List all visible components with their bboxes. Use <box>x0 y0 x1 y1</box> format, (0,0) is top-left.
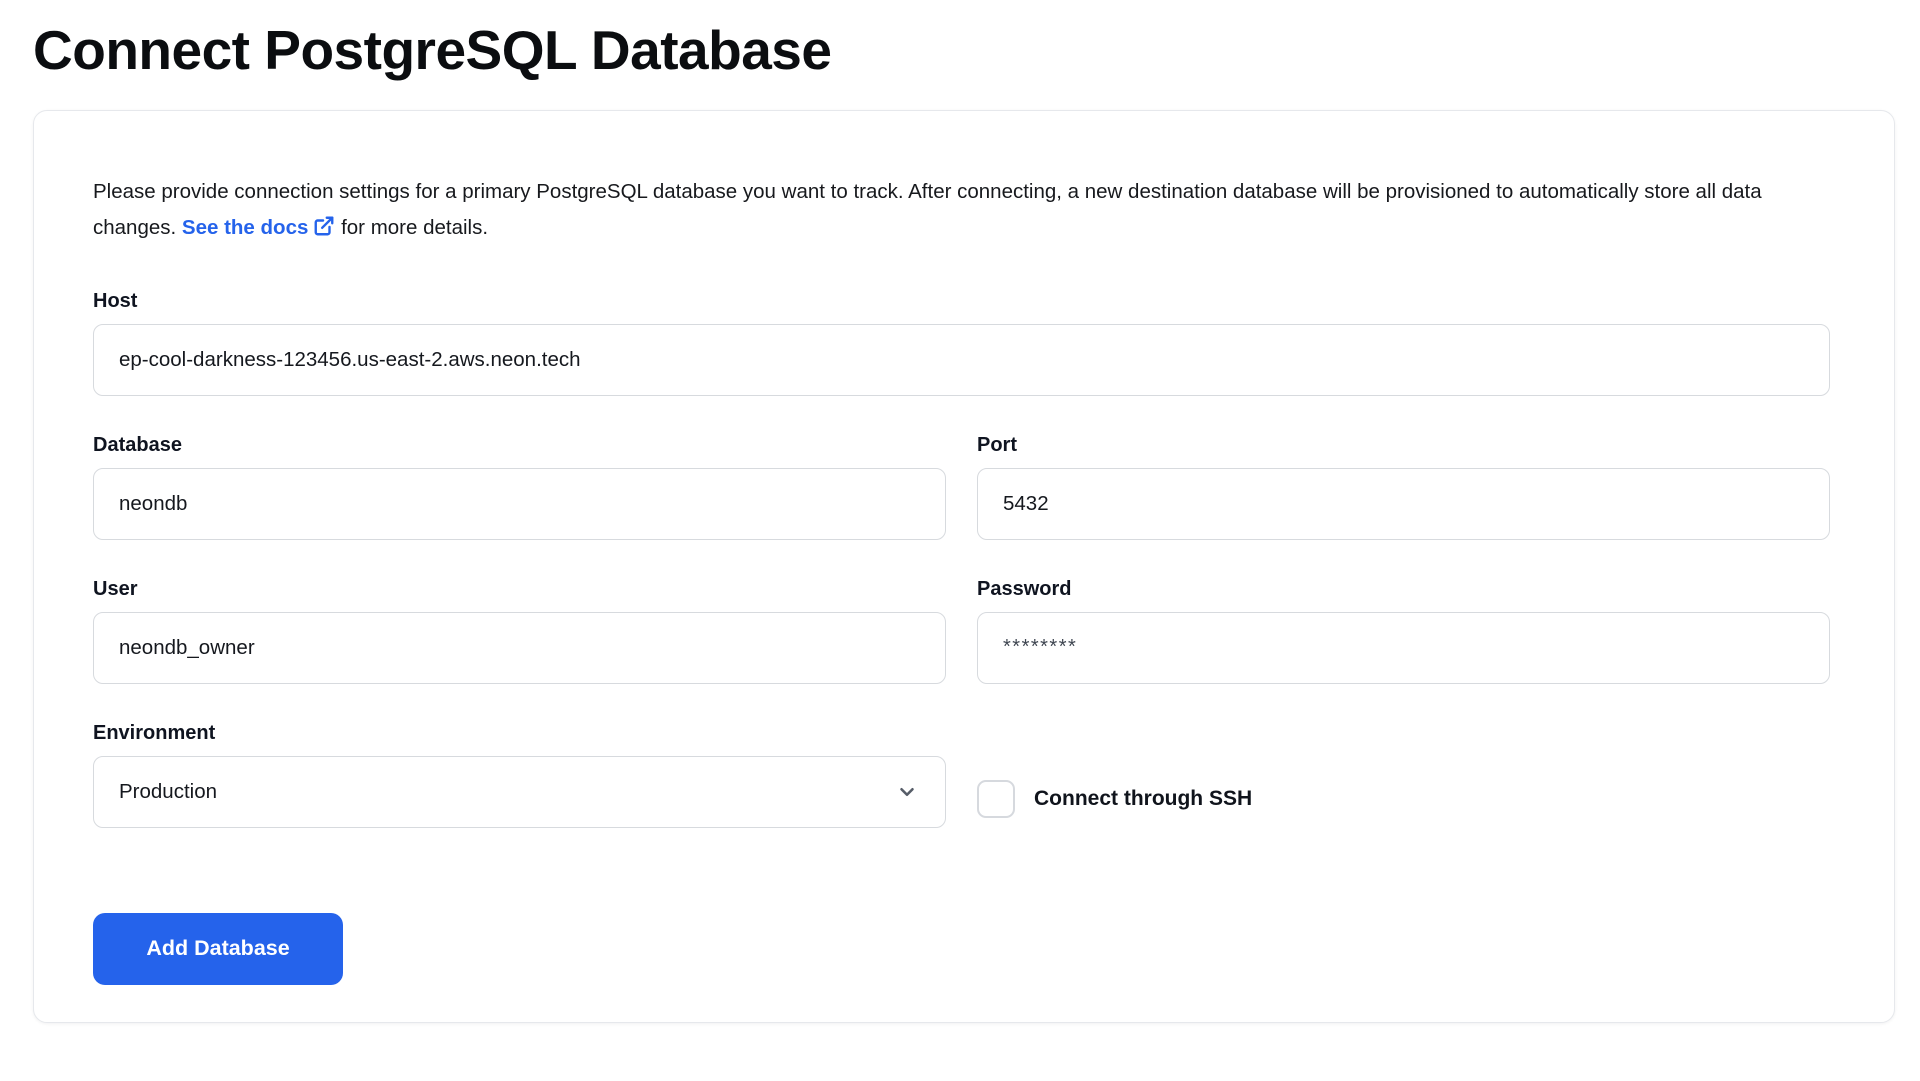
description-text-end: for more details. <box>335 216 488 239</box>
user-password-row: User Password <box>93 578 1830 722</box>
see-the-docs-link[interactable]: See the docs <box>182 216 335 239</box>
host-field-group: Host <box>93 290 1830 396</box>
environment-ssh-row: Environment Production Connect through S… <box>93 722 1830 866</box>
ssh-checkbox[interactable] <box>977 780 1015 818</box>
environment-select[interactable]: Production <box>93 756 946 828</box>
environment-label: Environment <box>93 722 946 745</box>
port-input[interactable] <box>977 468 1830 540</box>
form-actions: Add Database <box>93 913 1830 985</box>
environment-field-group: Environment Production <box>93 722 946 828</box>
user-field-group: User <box>93 578 946 684</box>
host-label: Host <box>93 290 1830 313</box>
page-title: Connect PostgreSQL Database <box>33 16 1920 85</box>
password-field-group: Password <box>977 578 1830 684</box>
database-input[interactable] <box>93 468 946 540</box>
port-field-group: Port <box>977 434 1830 540</box>
database-label: Database <box>93 434 946 457</box>
ssh-checkbox-label[interactable]: Connect through SSH <box>1034 787 1252 811</box>
external-link-icon <box>313 215 335 237</box>
database-port-row: Database Port <box>93 434 1830 578</box>
environment-selected-value: Production <box>119 780 217 804</box>
user-input[interactable] <box>93 612 946 684</box>
add-database-button[interactable]: Add Database <box>93 913 343 985</box>
port-label: Port <box>977 434 1830 457</box>
password-label: Password <box>977 578 1830 601</box>
host-input[interactable] <box>93 324 1830 396</box>
ssh-option-row: Connect through SSH <box>977 763 1830 835</box>
description: Please provide connection settings for a… <box>93 174 1803 246</box>
see-the-docs-label: See the docs <box>182 216 308 239</box>
connection-form-card: Please provide connection settings for a… <box>33 110 1895 1023</box>
chevron-down-icon <box>896 781 918 803</box>
user-label: User <box>93 578 946 601</box>
password-input[interactable] <box>977 612 1830 684</box>
database-field-group: Database <box>93 434 946 540</box>
